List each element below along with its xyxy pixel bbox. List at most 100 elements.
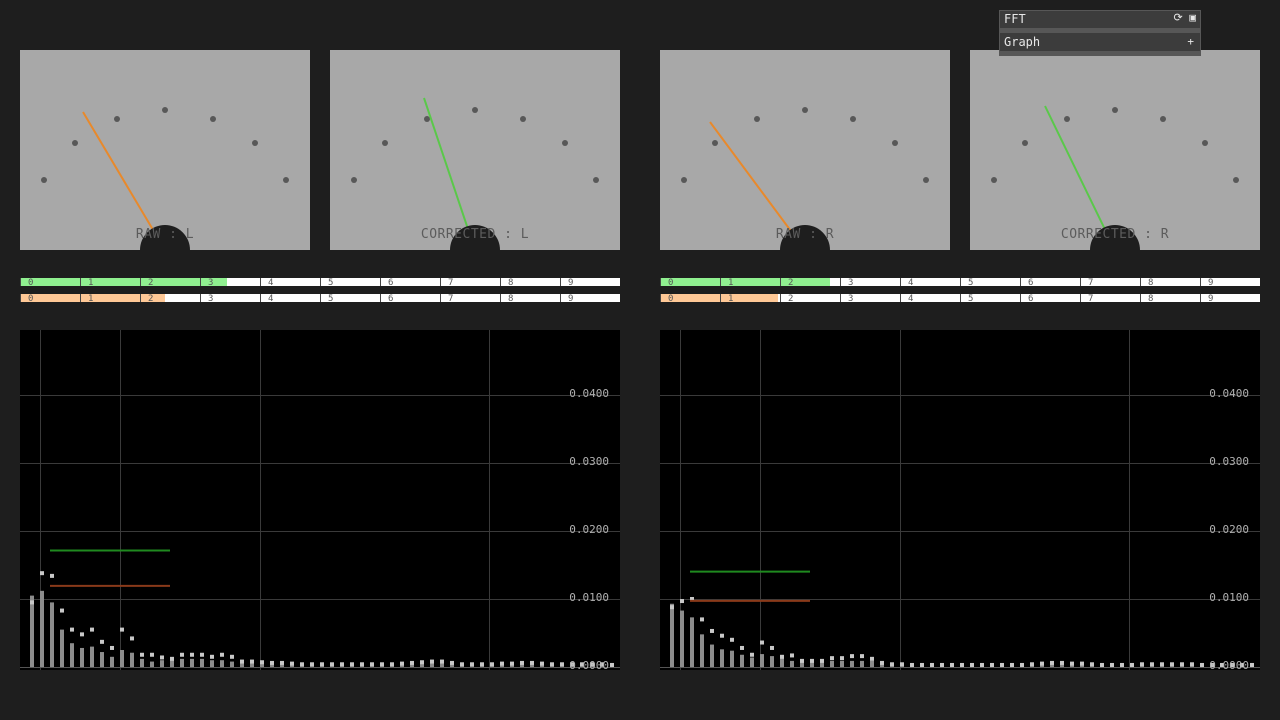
fft-peak-marker	[960, 662, 964, 667]
fft-peak-marker	[920, 662, 924, 667]
fft-peak-marker	[390, 662, 394, 667]
fft-panel-header[interactable]: FFT ⟳ ▣	[1000, 11, 1200, 28]
fft-peak-marker	[1170, 662, 1174, 667]
fft-peak-marker	[360, 662, 364, 667]
fft-bar	[710, 644, 714, 667]
fft-peak-marker	[110, 645, 114, 650]
refresh-icon[interactable]: ⟳	[1174, 11, 1183, 24]
meter-raw-r: RAW : R	[660, 50, 950, 250]
fft-bar	[130, 652, 134, 667]
fft-bar	[760, 654, 764, 667]
graph-folder-label: Graph	[1004, 35, 1041, 49]
fft-bar	[100, 652, 104, 667]
save-icon[interactable]: ▣	[1189, 11, 1196, 24]
meter-dot	[923, 177, 929, 183]
meter-dot	[114, 116, 120, 122]
fft-bar	[230, 661, 234, 667]
fft-bar	[50, 602, 54, 667]
fft-peak-marker	[760, 640, 764, 645]
meter-label: CORRECTED : R	[1060, 227, 1170, 242]
fft-peak-marker	[560, 662, 564, 667]
scale-tick-label: 4	[908, 294, 913, 302]
fft-bar	[160, 660, 164, 667]
y-tick-label: 0.0100	[1209, 591, 1249, 604]
fft-bar	[870, 660, 874, 667]
fft-peak-marker	[780, 654, 784, 659]
fft-peak-marker	[900, 662, 904, 667]
fft-peak-marker	[1140, 662, 1144, 667]
meter-dot	[41, 177, 47, 183]
meter-dot	[1022, 140, 1028, 146]
fft-panel-title: FFT	[1004, 12, 1026, 26]
scale-tick-label: 2	[788, 278, 793, 286]
scale-tick-label: 3	[848, 278, 853, 286]
meter-dot	[382, 140, 388, 146]
scale-tick-label: 1	[88, 294, 93, 302]
fft-peak-marker	[730, 637, 734, 642]
fft-peak-marker	[130, 636, 134, 641]
fft-peak-marker	[1060, 660, 1064, 665]
fft-peak-marker	[500, 661, 504, 666]
fft-peak-marker	[260, 660, 264, 665]
fft-peak-marker	[240, 659, 244, 664]
fft-panel-icons: ⟳ ▣	[1174, 11, 1196, 24]
fft-peak-marker	[1250, 662, 1254, 667]
meter-dot	[520, 116, 526, 122]
fft-peak-marker	[1100, 662, 1104, 667]
fft-peak-marker	[1160, 662, 1164, 667]
fft-bar	[780, 658, 784, 667]
scale-tick-label: 4	[268, 294, 273, 302]
level-bar-scale: 0 1 2 3 4 5 6 7 8 9	[660, 278, 1213, 286]
fft-bar	[220, 660, 224, 667]
level-bar-corrected-r: 0 1 2 3 4 5 6 7 8 9	[660, 278, 1260, 286]
fft-peak-marker	[770, 645, 774, 650]
fft-bar	[750, 657, 754, 667]
fft-bar	[120, 650, 124, 667]
fft-peak-marker	[70, 627, 74, 632]
fft-peak-marker	[400, 661, 404, 666]
scale-tick-label: 6	[388, 294, 393, 302]
y-tick-label: 0.0000	[569, 659, 609, 672]
fft-peak-marker	[270, 660, 274, 665]
fft-peak-marker	[820, 658, 824, 663]
fft-bar	[740, 654, 744, 667]
meter-dot	[991, 177, 997, 183]
fft-peak-marker	[860, 654, 864, 659]
meter-dot	[351, 177, 357, 183]
fft-peak-marker	[520, 660, 524, 665]
scale-tick-label: 4	[268, 278, 273, 286]
fft-peak-marker	[300, 662, 304, 667]
fft-bar	[150, 661, 154, 667]
fft-peak-marker	[420, 660, 424, 665]
fft-peak-marker	[790, 653, 794, 658]
y-tick-label: 0.0300	[569, 455, 609, 468]
fft-peak-marker	[380, 662, 384, 667]
fft-peak-marker	[890, 662, 894, 667]
fft-peak-marker	[610, 662, 614, 667]
level-bar-scale: 0 1 2 3 4 5 6 7 8 9	[20, 294, 573, 302]
fft-peak-marker	[940, 662, 944, 667]
scale-tick-label: 5	[968, 294, 973, 302]
fft-graph-r: 0.0400 0.0300 0.0200 0.0100 0.0000	[660, 330, 1260, 671]
plus-icon[interactable]: +	[1187, 35, 1194, 48]
scale-tick-label: 1	[88, 278, 93, 286]
fft-peak-marker	[1090, 662, 1094, 667]
scale-tick-label: 7	[1088, 278, 1093, 286]
y-tick-label: 0.0100	[569, 591, 609, 604]
level-bar-raw-l: 0 1 2 3 4 5 6 7 8 9	[20, 294, 620, 302]
scale-tick-label: 3	[208, 294, 213, 302]
scale-tick-label: 9	[1208, 294, 1213, 302]
fft-peak-marker	[870, 656, 874, 661]
fft-peak-marker	[740, 645, 744, 650]
fft-bar	[850, 660, 854, 667]
meter-dot	[1233, 177, 1239, 183]
level-bar-scale: 0 1 2 3 4 5 6 7 8 9	[20, 278, 573, 286]
fft-peak-marker	[970, 662, 974, 667]
scale-tick-label: 1	[728, 278, 733, 286]
fft-peak-marker	[150, 652, 154, 657]
fft-peak-marker	[1080, 661, 1084, 666]
fft-peak-marker	[1130, 662, 1134, 667]
scale-tick-label: 3	[208, 278, 213, 286]
graph-folder-row[interactable]: Graph +	[1000, 33, 1200, 51]
fft-bar	[860, 660, 864, 667]
